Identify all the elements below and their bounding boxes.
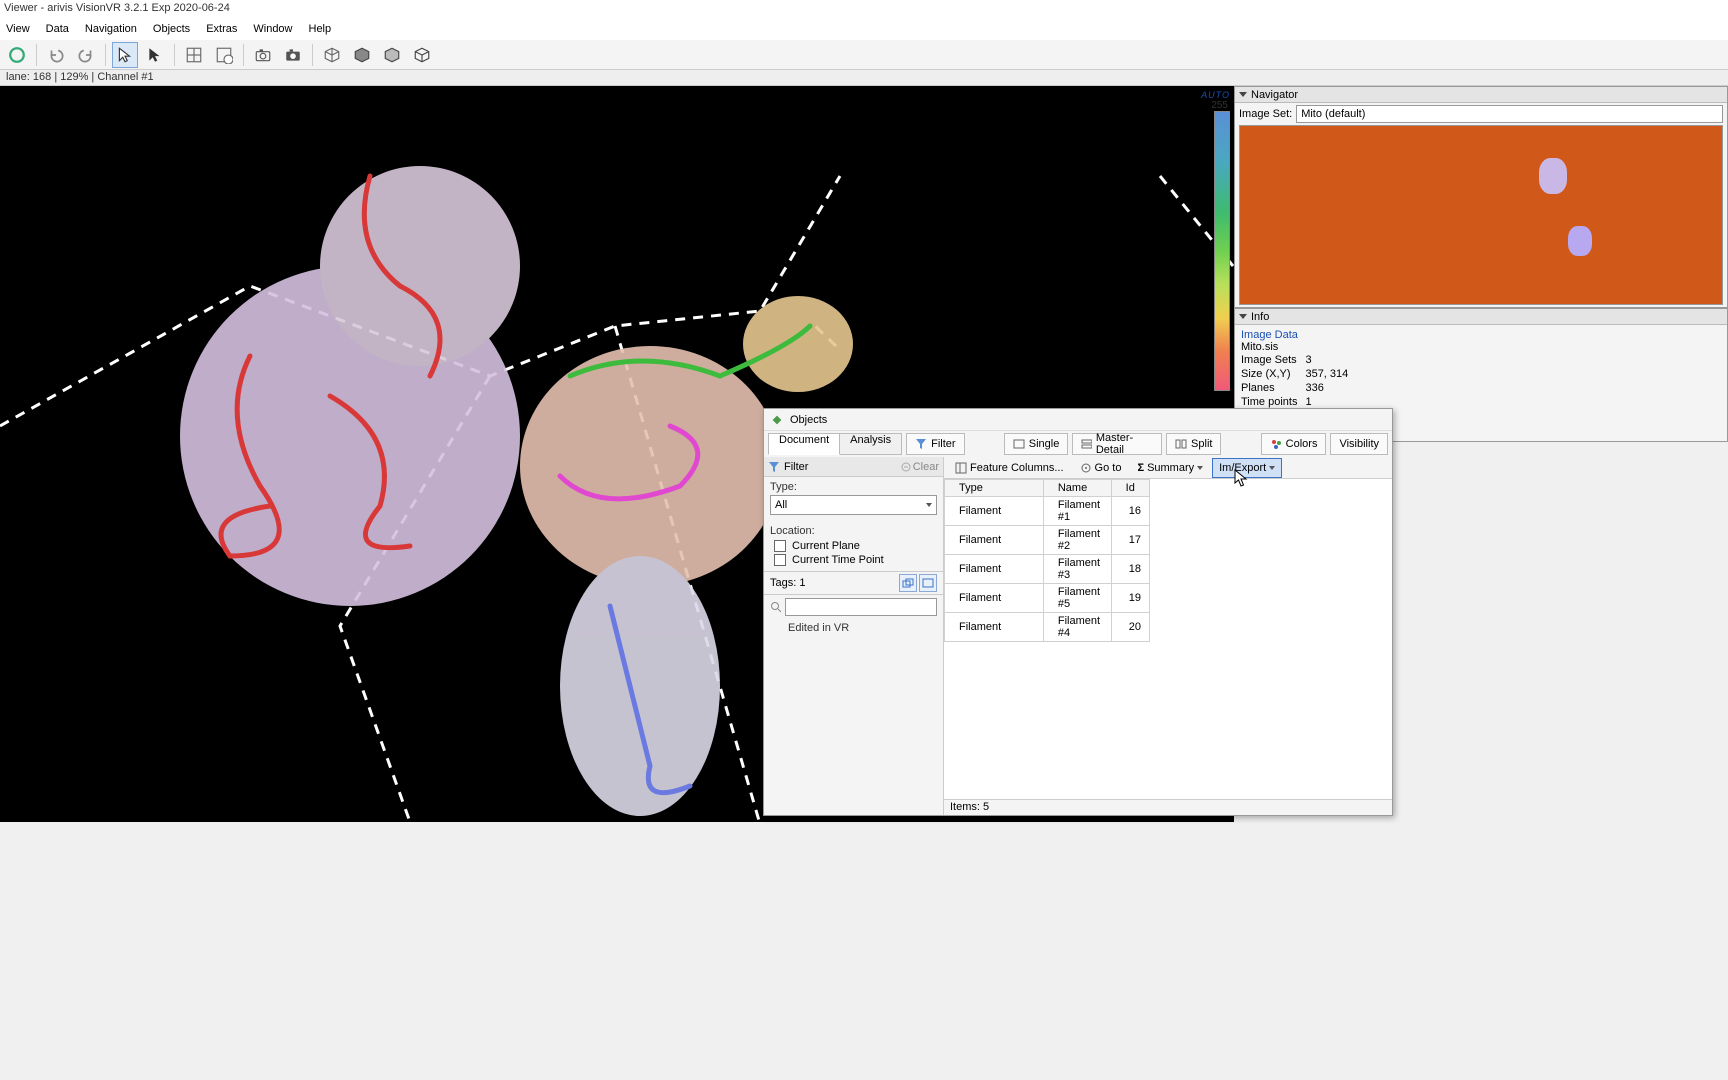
expand-icon: [922, 578, 934, 588]
mouse-cursor: [1234, 469, 1248, 490]
filter-pane: Filter Clear Type: All Location: Current…: [764, 457, 944, 815]
navigator-title: Navigator: [1251, 89, 1298, 101]
clear-button[interactable]: Clear: [901, 461, 939, 473]
grid-time-icon[interactable]: [211, 42, 237, 68]
menu-window[interactable]: Window: [253, 23, 292, 35]
menu-objects[interactable]: Objects: [153, 23, 190, 35]
window-title: Viewer - arivis VisionVR 3.2.1 Exp 2020-…: [0, 0, 1728, 18]
checkbox-icon: [774, 554, 786, 566]
chevron-down-icon: [1197, 466, 1203, 470]
menu-help[interactable]: Help: [309, 23, 332, 35]
objects-table[interactable]: Type Name Id FilamentFilament #116 Filam…: [944, 479, 1392, 799]
pointer-icon[interactable]: [112, 42, 138, 68]
funnel-icon: [915, 438, 927, 450]
menu-data[interactable]: Data: [46, 23, 69, 35]
table-row[interactable]: FilamentFilament #420: [945, 613, 1150, 642]
chevron-down-icon: [1269, 466, 1275, 470]
menu-view[interactable]: View: [6, 23, 30, 35]
navigator-panel: Navigator Image Set:: [1234, 86, 1728, 308]
objects-panel: Objects Document Analysis Filter Single …: [763, 408, 1393, 816]
objects-icon: [770, 413, 784, 427]
table-row[interactable]: FilamentFilament #519: [945, 584, 1150, 613]
camera-icon[interactable]: [250, 42, 276, 68]
table-header[interactable]: Type Name Id: [945, 480, 1150, 497]
table-row[interactable]: FilamentFilament #318: [945, 555, 1150, 584]
toolbar: [0, 40, 1728, 70]
tag-expand-button[interactable]: [919, 574, 937, 592]
cards-icon: [902, 578, 914, 588]
palette-icon: [1270, 438, 1282, 450]
image-set-dropdown[interactable]: [1296, 105, 1723, 123]
filter-button[interactable]: Filter: [906, 433, 964, 455]
tag-item[interactable]: Edited in VR: [764, 619, 943, 637]
checkbox-current-timepoint[interactable]: Current Time Point: [764, 553, 943, 567]
tab-document[interactable]: Document: [768, 433, 840, 455]
master-detail-icon: [1081, 439, 1092, 449]
camera-fill-icon[interactable]: [280, 42, 306, 68]
colors-button[interactable]: Colors: [1261, 433, 1327, 455]
menubar: View Data Navigation Objects Extras Wind…: [0, 18, 1728, 40]
items-count: Items: 5: [944, 799, 1392, 815]
single-icon: [1013, 439, 1025, 449]
undo-icon[interactable]: [43, 42, 69, 68]
info-header[interactable]: Info: [1235, 309, 1727, 325]
tag-search-input[interactable]: [785, 598, 937, 616]
columns-icon: [955, 462, 967, 474]
cube3-icon[interactable]: [379, 42, 405, 68]
cube2-icon[interactable]: [349, 42, 375, 68]
split-button[interactable]: Split: [1166, 433, 1221, 455]
tab-analysis[interactable]: Analysis: [840, 433, 902, 455]
navigator-thumbnail[interactable]: [1239, 125, 1723, 305]
navigator-header[interactable]: Navigator: [1235, 87, 1727, 103]
checkbox-current-plane[interactable]: Current Plane: [764, 539, 943, 553]
visibility-button[interactable]: Visibility: [1330, 433, 1388, 455]
image-set-label: Image Set:: [1239, 108, 1292, 120]
goto-button[interactable]: Go to: [1073, 458, 1129, 478]
pointer-alt-icon[interactable]: [142, 42, 168, 68]
filter-header-label: Filter: [784, 461, 808, 473]
search-icon: [770, 601, 781, 613]
location-label: Location:: [764, 521, 943, 539]
table-row[interactable]: FilamentFilament #116: [945, 497, 1150, 526]
tool-icon[interactable]: [4, 42, 30, 68]
grid-icon[interactable]: [181, 42, 207, 68]
target-icon: [1080, 462, 1092, 474]
funnel-icon: [768, 461, 780, 473]
colorbar-auto-label: AUTO: [1198, 90, 1230, 100]
colorbar-max-label: 255: [1198, 100, 1230, 111]
colorbar-gradient: [1214, 111, 1230, 391]
objects-titlebar[interactable]: Objects: [764, 409, 1392, 431]
checkbox-icon: [774, 540, 786, 552]
chevron-down-icon: [1239, 314, 1247, 319]
chevron-down-icon: [926, 503, 932, 507]
chevron-down-icon: [1239, 92, 1247, 97]
info-heading[interactable]: Image Data: [1241, 329, 1721, 341]
status-bar: lane: 168 | 129% | Channel #1: [0, 70, 1728, 86]
type-dropdown[interactable]: All: [770, 495, 937, 515]
feature-columns-button[interactable]: Feature Columns...: [948, 458, 1071, 478]
single-button[interactable]: Single: [1004, 433, 1069, 455]
type-label: Type:: [764, 477, 943, 495]
summary-button[interactable]: Σ Summary: [1130, 458, 1210, 478]
redo-icon[interactable]: [73, 42, 99, 68]
cube-icon[interactable]: [319, 42, 345, 68]
objects-title: Objects: [790, 414, 827, 426]
tags-label: Tags: 1: [770, 577, 805, 589]
info-title: Info: [1251, 311, 1269, 323]
tag-add-button[interactable]: [899, 574, 917, 592]
split-icon: [1175, 439, 1187, 449]
clear-icon: [901, 462, 911, 472]
cube4-icon[interactable]: [409, 42, 435, 68]
menu-navigation[interactable]: Navigation: [85, 23, 137, 35]
table-row[interactable]: FilamentFilament #217: [945, 526, 1150, 555]
menu-extras[interactable]: Extras: [206, 23, 237, 35]
master-detail-button[interactable]: Master-Detail: [1072, 433, 1162, 455]
color-scale: AUTO 255: [1198, 90, 1230, 406]
info-filename: Mito.sis: [1241, 341, 1721, 353]
